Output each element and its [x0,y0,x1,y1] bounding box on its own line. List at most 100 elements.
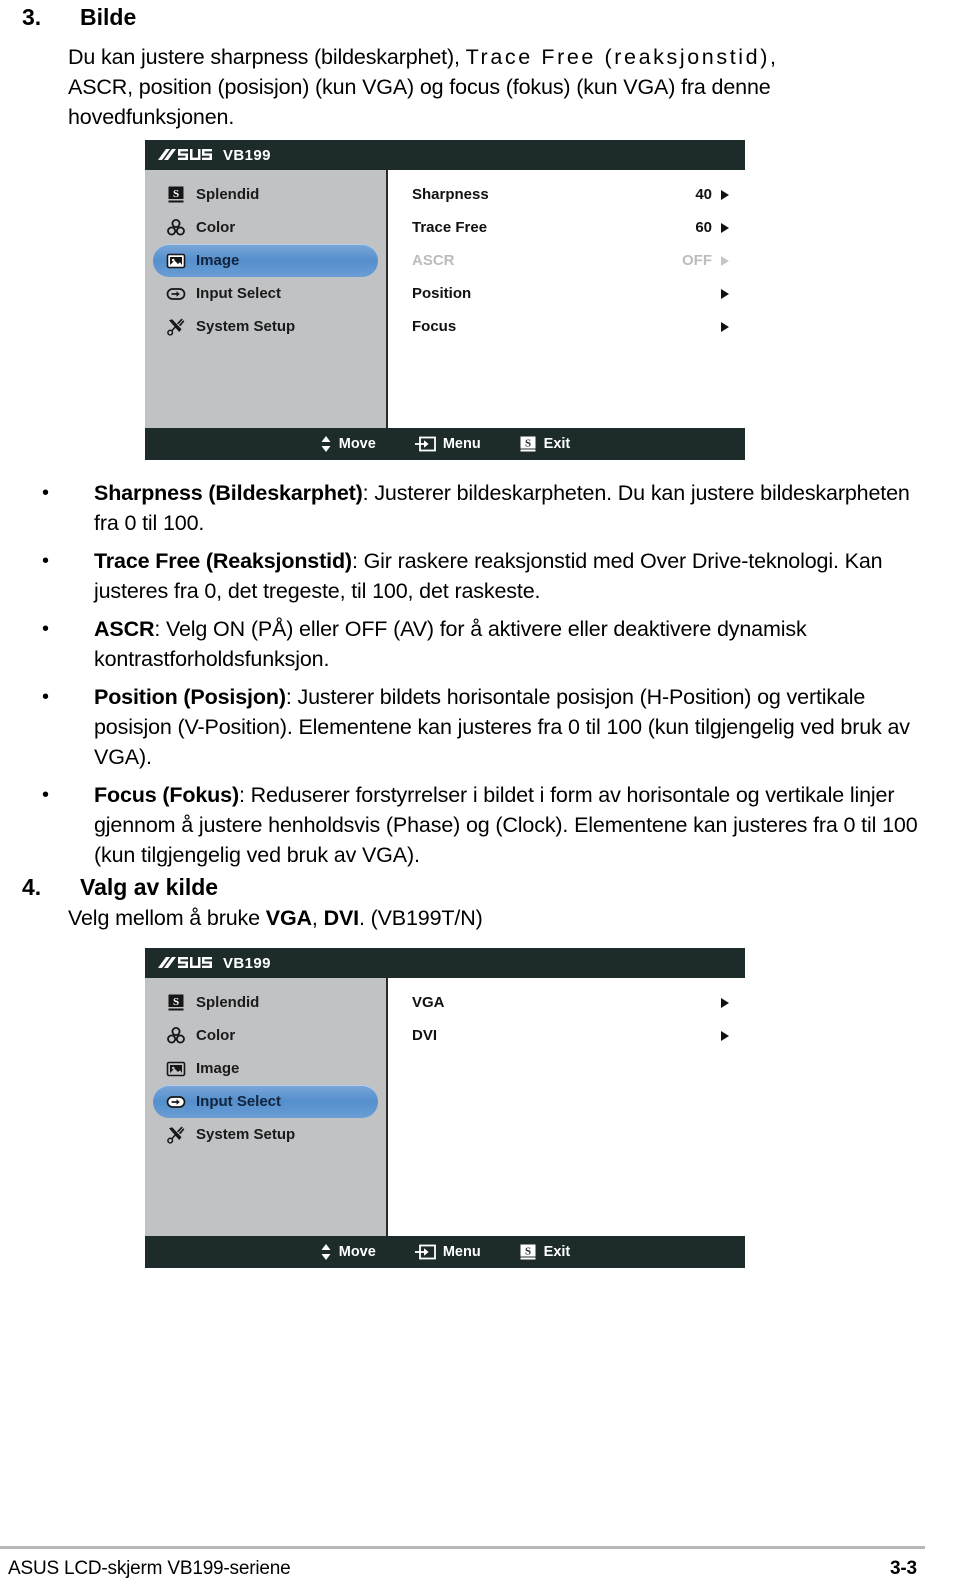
sidebar-item-splendid[interactable]: S Splendid [153,986,378,1019]
list-item: • Sharpness (Bildeskarphet): Justerer bi… [36,478,920,538]
bullet-marker: • [42,686,50,708]
splendid-icon: S [168,186,184,202]
osd-row-label: ASCR [412,252,455,269]
feature-bullet-list: • Sharpness (Bildeskarphet): Justerer bi… [36,478,920,878]
sidebar-item-image[interactable]: Image [153,244,378,277]
osd-main-list: VGA DVI [388,978,745,1236]
paragraph-line2: ASCR, position (posisjon) (kun VGA) og f… [68,75,771,99]
bullet-marker: • [42,482,50,504]
osd-footer-move[interactable]: Move [320,435,376,453]
sidebar-item-label: System Setup [196,1126,296,1143]
osd-row-focus[interactable]: Focus [388,310,745,343]
bullet-text: Trace Free (Reaksjonstid): Gir raskere r… [94,546,920,606]
section4-line-part1: Velg mellom å bruke [68,906,266,930]
list-item: • Trace Free (Reaksjonstid): Gir raskere… [36,546,920,606]
svg-text:S: S [525,1246,531,1258]
osd-row-label: Sharpness [412,186,489,203]
chevron-right-icon [721,189,729,200]
osd-body: S Splendid Color Image Input Select Syst… [145,170,745,428]
asus-logo-icon [158,148,212,160]
section4-line-part3: , [311,906,324,930]
menu-enter-icon [414,1244,436,1260]
osd-row-label: DVI [412,1027,438,1044]
section-4-heading: 4. Valg av kilde [22,874,218,901]
paragraph-line1-part3: , [769,45,776,69]
sidebar-item-system-setup[interactable]: System Setup [153,310,378,343]
osd-row-label: VGA [412,994,445,1011]
osd-footer-menu[interactable]: Menu [414,1243,481,1261]
osd-footer-label: Exit [543,1244,571,1260]
osd-titlebar: VB199 [145,140,745,170]
bullet-text: Sharpness (Bildeskarphet): Justerer bild… [94,478,920,538]
osd-footer-menu[interactable]: Menu [414,435,481,453]
bullet-text: ASCR: Velg ON (PÅ) eller OFF (AV) for å … [94,614,920,674]
sidebar-item-image[interactable]: Image [153,1052,378,1085]
sidebar-item-label: Image [196,1060,240,1077]
osd-model-label: VB199 [223,146,271,164]
osd-row-vga[interactable]: VGA [388,986,745,1019]
osd-row-ascr[interactable]: ASCR OFF [388,244,745,277]
list-item: • Position (Posisjon): Justerer bildets … [36,682,920,772]
image-icon [166,1061,186,1076]
input-select-icon [166,287,186,300]
sidebar-item-label: Image [196,252,240,269]
osd-footer-label: Move [338,1244,376,1260]
osd-input-select-menu: VB199 S Splendid Color Image Input Selec… [145,948,745,1268]
osd-row-dvi[interactable]: DVI [388,1019,745,1052]
color-icon [167,1026,185,1043]
chevron-right-icon [721,1030,729,1041]
osd-row-value: 40 [695,186,712,203]
bullet-term: Position (Posisjon) [94,685,286,709]
osd-body: S Splendid Color Image Input Select Syst… [145,978,745,1236]
image-icon [166,253,186,268]
footer-page-number: 3-3 [890,1558,917,1579]
section4-vga-term: VGA [265,906,312,930]
splendid-icon: S [168,994,184,1010]
splendid-exit-icon: S [520,1244,536,1260]
sidebar-item-label: Input Select [196,285,282,302]
chevron-right-icon [721,222,729,233]
osd-footer-exit[interactable]: S Exit [519,435,571,453]
osd-row-label: Position [412,285,472,302]
system-setup-icon [167,318,185,336]
bullet-term: Sharpness (Bildeskarphet) [94,481,363,505]
asus-logo-icon [158,956,212,968]
manual-page: 3. Bilde Du kan justere sharpness (bilde… [0,0,960,1588]
osd-footer-label: Exit [543,436,571,452]
sidebar-item-label: Splendid [196,994,260,1011]
svg-text:S: S [525,438,531,450]
section-4-number: 4. [22,874,42,900]
bullet-text: Focus (Fokus): Reduserer forstyrrelser i… [94,780,920,870]
osd-image-menu: VB199 S Splendid Color Image Input Selec… [145,140,745,460]
bullet-text: Position (Posisjon): Justerer bildets ho… [94,682,920,772]
footer-divider [0,1546,925,1549]
osd-row-sharpness[interactable]: Sharpness 40 [388,178,745,211]
osd-footer-move[interactable]: Move [320,1243,376,1261]
sidebar-item-label: Color [196,1027,236,1044]
bullet-marker: • [42,618,50,640]
osd-footer-label: Menu [442,436,481,452]
osd-footer-bar: Move Menu S Exit [145,1236,745,1268]
sidebar-item-splendid[interactable]: S Splendid [153,178,378,211]
sidebar-item-label: Input Select [196,1093,282,1110]
sidebar-item-input-select[interactable]: Input Select [153,277,378,310]
sidebar-item-color[interactable]: Color [153,1019,378,1052]
section-3-paragraph: Du kan justere sharpness (bildeskarphet)… [68,42,928,132]
osd-footer-exit[interactable]: S Exit [519,1243,571,1261]
osd-row-label: Focus [412,318,457,335]
svg-text:S: S [173,188,179,200]
paragraph-line1-tracked: Trace Free (reaksjonstid) [465,45,770,69]
osd-row-position[interactable]: Position [388,277,745,310]
up-down-arrows-icon [321,1244,331,1260]
sidebar-item-system-setup[interactable]: System Setup [153,1118,378,1151]
osd-footer-bar: Move Menu S Exit [145,428,745,460]
chevron-right-icon [721,255,729,266]
sidebar-item-color[interactable]: Color [153,211,378,244]
osd-row-value: 60 [695,219,712,236]
chevron-right-icon [721,997,729,1008]
osd-titlebar: VB199 [145,948,745,978]
section-3-title: Bilde [80,4,137,30]
osd-row-trace-free[interactable]: Trace Free 60 [388,211,745,244]
list-item: • Focus (Fokus): Reduserer forstyrrelser… [36,780,920,870]
sidebar-item-input-select[interactable]: Input Select [153,1085,378,1118]
